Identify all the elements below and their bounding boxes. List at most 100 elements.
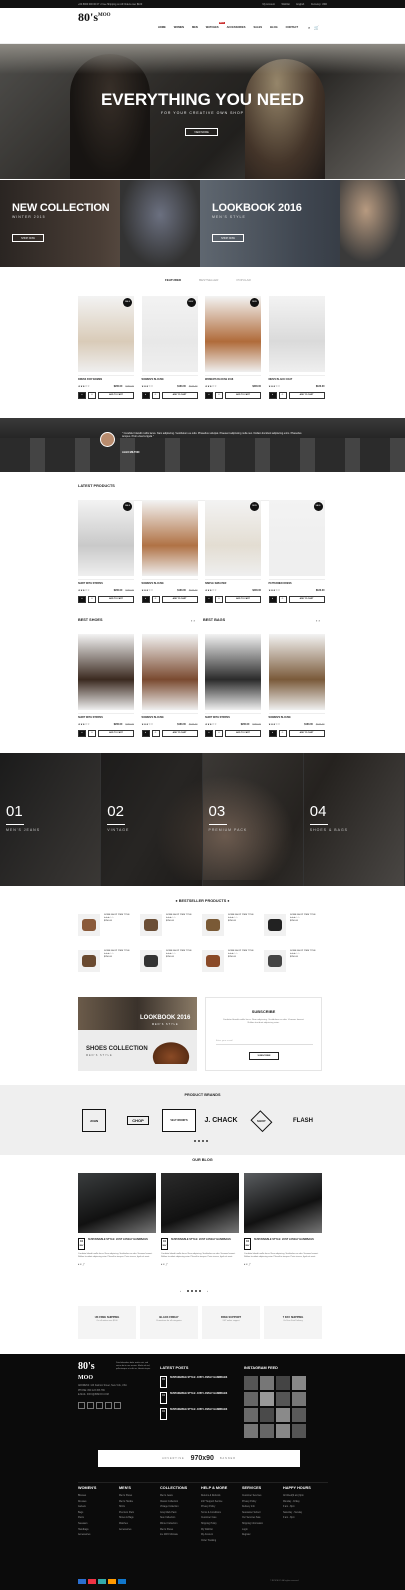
lookbook-promo[interactable]: LOOKBOOK 2016 MEN'S STYLE SHOES COLLECTI… (78, 997, 197, 1071)
product-image[interactable] (78, 634, 134, 710)
ad-banner[interactable]: ADVERTISE 970x90 BANNER (98, 1450, 300, 1467)
product-name[interactable]: WOMEN'S BLOUSE (141, 375, 198, 381)
wishlist-heart-icon[interactable]: ♥ (141, 730, 150, 737)
quick-view-icon[interactable]: ⊙ (151, 596, 160, 603)
add-to-cart-button[interactable]: ADD TO CART (98, 392, 134, 399)
product-name[interactable]: DRESS FOR WOMEN (78, 375, 134, 381)
bestseller-item[interactable]: SOME SHOP ITEM TITLE ★★★☆☆ $250.00 (202, 914, 268, 936)
product-image[interactable] (141, 634, 198, 710)
nav-watches[interactable]: WATCHES HOT (206, 22, 225, 29)
add-to-cart-button[interactable]: ADD TO CART (98, 730, 134, 737)
product-image[interactable] (268, 296, 325, 372)
blog-post[interactable]: 04 MAY SUSTAINABLE STYLE: JUST LOVELY HAND… (244, 1173, 322, 1266)
nav-home[interactable]: HOME (158, 26, 166, 29)
product-image[interactable]: SALE (78, 500, 134, 576)
collection-tile[interactable]: 01 MEN'S JEANS (0, 753, 102, 886)
wishlist-heart-icon[interactable]: ♥ (268, 596, 277, 603)
wishlist-heart-icon[interactable]: ♥ (78, 596, 86, 603)
add-to-cart-button[interactable]: ADD TO CART (98, 596, 134, 603)
quick-view-icon[interactable]: ⊙ (215, 730, 223, 737)
bestseller-item[interactable]: SOME SHOP ITEM TITLE ★★★☆☆ $250.00 (264, 914, 330, 936)
bestseller-item[interactable]: SOME SHOP ITEM TITLE ★★★☆☆ $250.00 (202, 950, 268, 972)
add-to-cart-button[interactable]: ADD TO CART (161, 730, 198, 737)
instagram-photo[interactable] (244, 1424, 258, 1438)
subscribe-button[interactable]: SUBSCRIBE (249, 1052, 279, 1060)
product-card[interactable]: SHIRT WITH STRIPES ★★★☆☆ $260.00 $280.00 ♥ ⊙ A… (78, 634, 134, 737)
banner-lookbook-shop-button[interactable]: SHOP NOW (212, 234, 244, 242)
footer-link[interactable]: Order Tracking (201, 1539, 242, 1545)
product-image[interactable] (205, 634, 261, 710)
instagram-photo[interactable] (292, 1392, 306, 1406)
product-name[interactable]: WOMEN'S BLOUSE (141, 713, 198, 719)
brand-logo-1[interactable]: JOHN (82, 1109, 106, 1132)
product-card[interactable]: NEW SIMPLE SWEATER ★★★☆☆ $200.00 ♥ ⊙ ADD TO CA… (205, 500, 261, 603)
instagram-photo[interactable] (276, 1392, 290, 1406)
nav-men[interactable]: MEN (192, 26, 198, 29)
product-image[interactable]: NEW (141, 296, 198, 372)
add-to-cart-button[interactable]: ADD TO CART (288, 392, 325, 399)
product-name[interactable]: WOMEN'S BLOUSE (141, 579, 198, 585)
footer-link[interactable]: Accessories (78, 1533, 119, 1539)
instagram-photo[interactable] (276, 1408, 290, 1422)
instagram-photo[interactable] (244, 1408, 258, 1422)
shoes-arrows[interactable]: ‹ › (191, 618, 195, 623)
blog-image[interactable] (161, 1173, 239, 1233)
product-name[interactable]: SIMPLE SWEATER (205, 579, 261, 585)
blog-dots[interactable] (187, 1290, 201, 1292)
brand-logo-5[interactable]: SHOP (246, 1109, 276, 1132)
product-name[interactable]: WOMEN'S BLOUSE (268, 713, 325, 719)
product-image[interactable]: NEW (205, 500, 261, 576)
bestseller-image[interactable] (202, 914, 224, 936)
collection-tile[interactable]: 04 SHOES & BAGS (304, 753, 405, 886)
instagram-photo[interactable] (292, 1376, 306, 1390)
wishlist-heart-icon[interactable]: ♥ (78, 730, 86, 737)
tab-popular[interactable]: POPULAR (236, 278, 250, 282)
product-card[interactable]: WOMEN'S BLOUSE ★★★☆☆ $160.00 $180.00 ♥ ⊙ ADD T… (268, 634, 325, 737)
quick-view-icon[interactable]: ⊙ (215, 392, 223, 399)
instagram-photo[interactable] (276, 1424, 290, 1438)
bestseller-image[interactable] (78, 950, 100, 972)
nav-women[interactable]: WOMEN (174, 26, 184, 29)
footer-link[interactable]: Ice 2015 Ultimate (160, 1533, 201, 1539)
product-image[interactable] (141, 500, 198, 576)
add-to-cart-button[interactable]: ADD TO CART (225, 392, 261, 399)
search-icon[interactable]: ⌕ (308, 25, 310, 30)
bestseller-image[interactable] (140, 950, 162, 972)
quick-view-icon[interactable]: ⊙ (88, 730, 96, 737)
footer-post-title[interactable]: SUSTAINABLE STYLE: JUST LOVELY HANDBAGS (170, 1376, 227, 1388)
product-card[interactable]: WOMEN'S BLOUSE ★★★☆☆ $160.00 $180.00 ♥ ⊙ ADD T… (141, 634, 198, 737)
prev-arrow-icon[interactable]: ‹ (180, 1289, 181, 1293)
footer-post-title[interactable]: SUSTAINABLE STYLE: JUST LOVELY HANDBAGS (170, 1408, 227, 1420)
bestseller-item[interactable]: SOME SHOP ITEM TITLE ★★★☆☆ $250.00 (140, 914, 206, 936)
product-name[interactable]: SHIRT WITH STRIPES (78, 713, 134, 719)
pinterest-icon[interactable] (105, 1402, 112, 1409)
nav-sales[interactable]: SALES (253, 26, 262, 29)
footer-post[interactable]: 04 SUSTAINABLE STYLE: JUST LOVELY HANDBAG… (160, 1408, 235, 1420)
cart-icon[interactable]: 🛒 (314, 25, 319, 30)
instagram-photo[interactable] (260, 1376, 274, 1390)
bags-arrows[interactable]: ‹ › (316, 618, 320, 623)
footer-link[interactable]: Accessories (119, 1528, 160, 1534)
footer-post-title[interactable]: SUSTAINABLE STYLE: JUST LOVELY HANDBAGS (170, 1392, 227, 1404)
wishlist-heart-icon[interactable]: ♥ (205, 596, 213, 603)
product-card[interactable]: NEW WOMEN'S BLOUSE ★★★☆☆ $160.00 $180.00 ♥ ⊙ AD… (141, 296, 198, 399)
add-to-cart-button[interactable]: ADD TO CART (161, 596, 198, 603)
language-select[interactable]: English (296, 3, 304, 6)
instagram-photo[interactable] (260, 1392, 274, 1406)
blog-image[interactable] (244, 1173, 322, 1233)
instagram-photo[interactable] (292, 1408, 306, 1422)
blog-pager[interactable]: ‹ › (180, 1289, 208, 1293)
add-to-cart-button[interactable]: ADD TO CART (161, 392, 198, 399)
footer-post[interactable]: 04 SUSTAINABLE STYLE: JUST LOVELY HANDBAG… (160, 1392, 235, 1404)
quick-view-icon[interactable]: ⊙ (215, 596, 223, 603)
facebook-icon[interactable] (78, 1402, 85, 1409)
blog-title[interactable]: SUSTAINABLE STYLE: JUST LOVELY HANDBAGS (88, 1238, 148, 1250)
blog-post[interactable]: 04 MAY SUSTAINABLE STYLE: JUST LOVELY HAND… (78, 1173, 156, 1266)
tab-featured[interactable]: FEATURED (165, 278, 181, 282)
collection-tile[interactable]: 03 PREMIUM PACK (203, 753, 304, 886)
brand-logo-4[interactable]: J. CHACK (203, 1109, 239, 1132)
wishlist-link[interactable]: Wishlist (282, 3, 290, 6)
quick-view-icon[interactable]: ⊙ (278, 392, 287, 399)
brand-logo-3[interactable]: VELT WOOD'S (162, 1109, 196, 1132)
subscribe-email-field[interactable]: Enter your e-mail (216, 1040, 313, 1045)
